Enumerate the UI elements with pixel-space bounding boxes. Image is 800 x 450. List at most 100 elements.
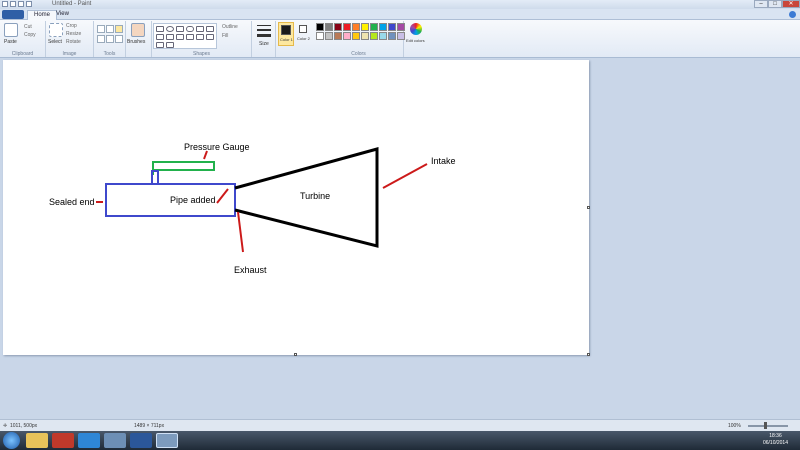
palette-swatch[interactable]: [370, 23, 378, 31]
paint-app-icon[interactable]: [2, 1, 8, 7]
pencil-icon[interactable]: [97, 25, 105, 33]
maximize-button[interactable]: □: [768, 0, 782, 8]
explorer-icon[interactable]: [26, 433, 48, 448]
save-icon[interactable]: [10, 1, 16, 7]
clipboard-group: Paste Cut Copy Clipboard: [0, 21, 46, 57]
status-bar: ✛ 1011, 500px 1489 × 711px 100%: [0, 419, 800, 431]
shape-lightning[interactable]: [166, 42, 174, 48]
palette-swatch[interactable]: [370, 32, 378, 40]
select-label: Select: [48, 39, 62, 45]
pressure-gauge-shape: [152, 161, 215, 175]
shape-line[interactable]: [156, 26, 164, 32]
edit-colors-group: Edit colors: [404, 21, 430, 57]
select-button[interactable]: [49, 23, 63, 37]
close-button[interactable]: ✕: [782, 0, 800, 8]
colors-group: Colors: [314, 21, 405, 57]
palette-swatch[interactable]: [379, 23, 387, 31]
shape-diamond[interactable]: [206, 26, 214, 32]
fill-bucket-icon[interactable]: [106, 25, 114, 33]
drawing-svg: [96, 147, 428, 253]
palette-swatch[interactable]: [343, 32, 351, 40]
shape-heart[interactable]: [156, 42, 164, 48]
control-panel-icon[interactable]: [104, 433, 126, 448]
shape-rounded-rectangle[interactable]: [186, 26, 194, 32]
color2-swatch: [299, 25, 307, 33]
palette-swatch[interactable]: [352, 23, 360, 31]
palette-swatch[interactable]: [325, 32, 333, 40]
media-player-icon[interactable]: [52, 433, 74, 448]
palette-swatch[interactable]: [352, 32, 360, 40]
word-icon[interactable]: [130, 433, 152, 448]
ribbon-tabs: Home View: [0, 9, 800, 20]
tools-group: Tools: [94, 21, 126, 57]
zoom-slider[interactable]: [748, 425, 788, 427]
active-colors: Color 1 Color 2: [276, 21, 314, 57]
shape-hexagon[interactable]: [166, 34, 174, 40]
resize-handle-bottom[interactable]: [294, 353, 297, 356]
palette-swatch[interactable]: [334, 23, 342, 31]
magnifier-icon[interactable]: [115, 35, 123, 43]
shapes-group: Outline Fill Shapes: [152, 21, 252, 57]
eraser-icon[interactable]: [97, 35, 105, 43]
start-button[interactable]: [3, 432, 20, 449]
browser-icon[interactable]: [78, 433, 100, 448]
image-group: Select Crop Resize Rotate Image: [46, 21, 94, 57]
shapes-gallery[interactable]: [153, 23, 217, 49]
palette-swatch[interactable]: [379, 32, 387, 40]
outline-button[interactable]: Outline: [222, 24, 238, 30]
palette-swatch[interactable]: [343, 23, 351, 31]
brushes-button[interactable]: [131, 23, 145, 37]
text-tool-icon[interactable]: [115, 25, 123, 33]
shape-triangle[interactable]: [196, 26, 204, 32]
shape-pentagon[interactable]: [156, 34, 164, 40]
shape-arrow-right[interactable]: [176, 34, 184, 40]
shape-rectangle[interactable]: [176, 26, 184, 32]
resize-handle-corner[interactable]: [587, 353, 590, 356]
fill-button[interactable]: Fill: [222, 33, 228, 39]
palette-swatch[interactable]: [388, 23, 396, 31]
palette-swatch[interactable]: [388, 32, 396, 40]
cut-button[interactable]: Cut: [24, 24, 32, 30]
shape-oval[interactable]: [166, 26, 174, 32]
drawing-canvas[interactable]: Pressure Gauge Sealed end Pipe added Tur…: [3, 60, 590, 356]
minimize-button[interactable]: –: [754, 0, 768, 8]
shape-arrow-left[interactable]: [186, 34, 194, 40]
color-wheel-icon[interactable]: [410, 23, 422, 35]
undo-icon[interactable]: [18, 1, 24, 7]
shape-callout[interactable]: [206, 34, 214, 40]
color-picker-icon[interactable]: [106, 35, 114, 43]
color2-button[interactable]: Color 2: [296, 22, 312, 46]
copy-button[interactable]: Copy: [24, 32, 36, 38]
redo-icon[interactable]: [26, 1, 32, 7]
paste-button[interactable]: [4, 23, 18, 37]
tab-view[interactable]: View: [50, 10, 75, 20]
label-exhaust: Exhaust: [234, 265, 267, 275]
paint-menu-button[interactable]: [2, 10, 24, 19]
label-intake: Intake: [431, 156, 456, 166]
palette-swatch[interactable]: [316, 32, 324, 40]
ribbon: Paste Cut Copy Clipboard Select Crop Res…: [0, 20, 800, 58]
resize-handle-right[interactable]: [587, 206, 590, 209]
help-icon[interactable]: [789, 11, 796, 18]
exhaust-pointer: [237, 211, 244, 253]
title-bar: Untitled - Paint – □ ✕: [0, 0, 800, 9]
edit-colors-button[interactable]: Edit colors: [406, 38, 425, 43]
rotate-button[interactable]: Rotate: [66, 39, 81, 45]
palette-swatch[interactable]: [334, 32, 342, 40]
palette-swatch[interactable]: [361, 23, 369, 31]
brushes-group: Brushes: [126, 21, 152, 57]
color1-button[interactable]: Color 1: [278, 22, 294, 46]
system-clock[interactable]: 18:36 06/10/2014: [763, 433, 788, 447]
palette-swatch[interactable]: [316, 23, 324, 31]
clipboard-group-label: Clipboard: [11, 51, 34, 57]
zoom-slider-thumb[interactable]: [764, 422, 767, 429]
size-group: Size: [252, 21, 276, 57]
palette-swatch[interactable]: [361, 32, 369, 40]
cursor-position: 1011, 500px: [10, 423, 38, 429]
paint-taskbar-icon[interactable]: [156, 433, 178, 448]
size-line-1: [257, 25, 271, 26]
shape-star[interactable]: [196, 34, 204, 40]
resize-button[interactable]: Resize: [66, 31, 81, 37]
crop-button[interactable]: Crop: [66, 23, 77, 29]
palette-swatch[interactable]: [325, 23, 333, 31]
